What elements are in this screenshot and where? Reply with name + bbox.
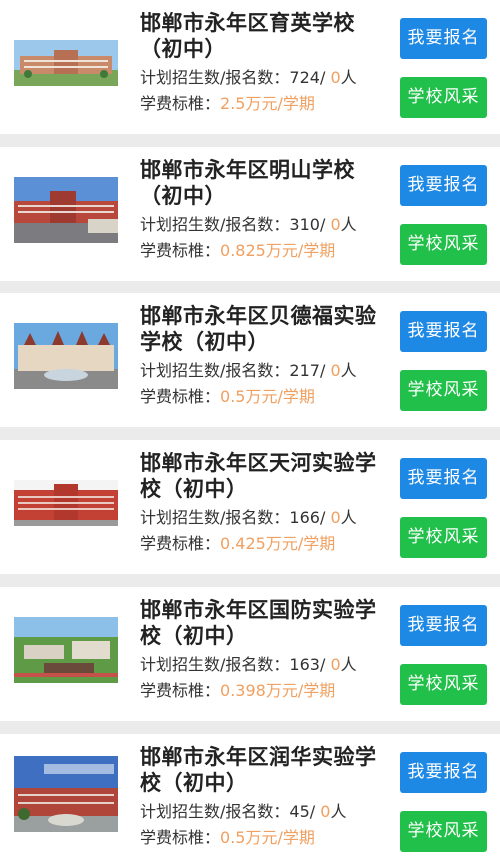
signup-button[interactable]: 我要报名: [400, 165, 487, 206]
fee-label: 学费标椎：: [140, 828, 221, 847]
fee-value: 2.5万元/学期: [220, 94, 315, 113]
fee-line: 学费标椎：0.5万元/学期: [140, 387, 315, 407]
planned-count: 166: [289, 508, 320, 527]
planned-count: 217: [289, 361, 320, 380]
school-card[interactable]: 邯郸市永年区天河实验学校（初中） 计划招生数/报名数：166/ 0人 学费标椎：…: [0, 440, 500, 574]
unit: 人: [340, 215, 357, 234]
registered-count: 0: [320, 802, 331, 821]
school-name: 邯郸市永年区润华实验学校（初中）: [140, 745, 377, 795]
school-style-button[interactable]: 学校风采: [400, 811, 487, 852]
fee-value: 0.425万元/学期: [220, 534, 336, 553]
enrollment-line: 计划招生数/报名数：724/ 0人: [140, 68, 357, 88]
fee-value: 0.825万元/学期: [220, 241, 336, 260]
school-style-button[interactable]: 学校风采: [400, 517, 487, 558]
school-name: 邯郸市永年区育英学校（初中）: [140, 11, 355, 61]
planned-count: 724: [289, 68, 320, 87]
fee-value: 0.5万元/学期: [220, 828, 315, 847]
school-card[interactable]: 邯郸市永年区育英学校（初中） 计划招生数/报名数：724/ 0人 学费标椎：2.…: [0, 0, 500, 134]
school-photo[interactable]: [14, 323, 118, 389]
registered-count: 0: [330, 361, 341, 380]
separator: /: [309, 802, 321, 821]
enrollment-label: 计划招生数/报名数：: [140, 508, 290, 527]
school-photo[interactable]: [14, 40, 118, 86]
fee-label: 学费标椎：: [140, 241, 221, 260]
school-name: 邯郸市永年区明山学校（初中）: [140, 158, 355, 208]
school-name: 邯郸市永年区天河实验学校（初中）: [140, 451, 377, 501]
enrollment-label: 计划招生数/报名数：: [140, 361, 290, 380]
enrollment-label: 计划招生数/报名数：: [140, 215, 290, 234]
school-style-button[interactable]: 学校风采: [400, 664, 487, 705]
unit: 人: [340, 508, 357, 527]
enrollment-label: 计划招生数/报名数：: [140, 68, 290, 87]
signup-button[interactable]: 我要报名: [400, 605, 487, 646]
planned-count: 310: [289, 215, 320, 234]
signup-button[interactable]: 我要报名: [400, 18, 487, 59]
school-card[interactable]: 邯郸市永年区国防实验学校（初中） 计划招生数/报名数：163/ 0人 学费标椎：…: [0, 587, 500, 721]
fee-label: 学费标椎：: [140, 534, 221, 553]
fee-line: 学费标椎：0.425万元/学期: [140, 534, 335, 554]
fee-line: 学费标椎：0.5万元/学期: [140, 828, 315, 848]
separator: /: [319, 215, 331, 234]
enrollment-line: 计划招生数/报名数：45/ 0人: [140, 802, 346, 822]
school-photo[interactable]: [14, 480, 118, 526]
separator: /: [319, 508, 331, 527]
enrollment-line: 计划招生数/报名数：310/ 0人: [140, 215, 357, 235]
enrollment-line: 计划招生数/报名数：217/ 0人: [140, 361, 357, 381]
fee-value: 0.398万元/学期: [220, 681, 336, 700]
fee-line: 学费标椎：0.398万元/学期: [140, 681, 335, 701]
school-card[interactable]: 邯郸市永年区贝德福实验学校（初中） 计划招生数/报名数：217/ 0人 学费标椎…: [0, 293, 500, 427]
fee-line: 学费标椎：0.825万元/学期: [140, 241, 335, 261]
school-photo[interactable]: [14, 617, 118, 683]
fee-label: 学费标椎：: [140, 387, 221, 406]
unit: 人: [340, 68, 357, 87]
school-photo[interactable]: [14, 756, 118, 832]
registered-count: 0: [330, 68, 341, 87]
school-card[interactable]: 邯郸市永年区明山学校（初中） 计划招生数/报名数：310/ 0人 学费标椎：0.…: [0, 147, 500, 281]
school-photo[interactable]: [14, 177, 118, 243]
school-style-button[interactable]: 学校风采: [400, 370, 487, 411]
fee-label: 学费标椎：: [140, 681, 221, 700]
school-name: 邯郸市永年区国防实验学校（初中）: [140, 598, 377, 648]
separator: /: [319, 68, 331, 87]
school-style-button[interactable]: 学校风采: [400, 77, 487, 118]
unit: 人: [340, 361, 357, 380]
school-card[interactable]: 邯郸市永年区润华实验学校（初中） 计划招生数/报名数：45/ 0人 学费标椎：0…: [0, 734, 500, 864]
fee-line: 学费标椎：2.5万元/学期: [140, 94, 315, 114]
signup-button[interactable]: 我要报名: [400, 752, 487, 793]
enrollment-line: 计划招生数/报名数：163/ 0人: [140, 655, 357, 675]
enrollment-label: 计划招生数/报名数：: [140, 802, 290, 821]
unit: 人: [330, 802, 347, 821]
school-style-button[interactable]: 学校风采: [400, 224, 487, 265]
separator: /: [319, 361, 331, 380]
fee-value: 0.5万元/学期: [220, 387, 315, 406]
planned-count: 163: [289, 655, 320, 674]
fee-label: 学费标椎：: [140, 94, 221, 113]
planned-count: 45: [289, 802, 310, 821]
separator: /: [319, 655, 331, 674]
school-name: 邯郸市永年区贝德福实验学校（初中）: [140, 304, 377, 354]
signup-button[interactable]: 我要报名: [400, 311, 487, 352]
registered-count: 0: [330, 215, 341, 234]
unit: 人: [340, 655, 357, 674]
signup-button[interactable]: 我要报名: [400, 458, 487, 499]
enrollment-label: 计划招生数/报名数：: [140, 655, 290, 674]
registered-count: 0: [330, 655, 341, 674]
registered-count: 0: [330, 508, 341, 527]
enrollment-line: 计划招生数/报名数：166/ 0人: [140, 508, 357, 528]
